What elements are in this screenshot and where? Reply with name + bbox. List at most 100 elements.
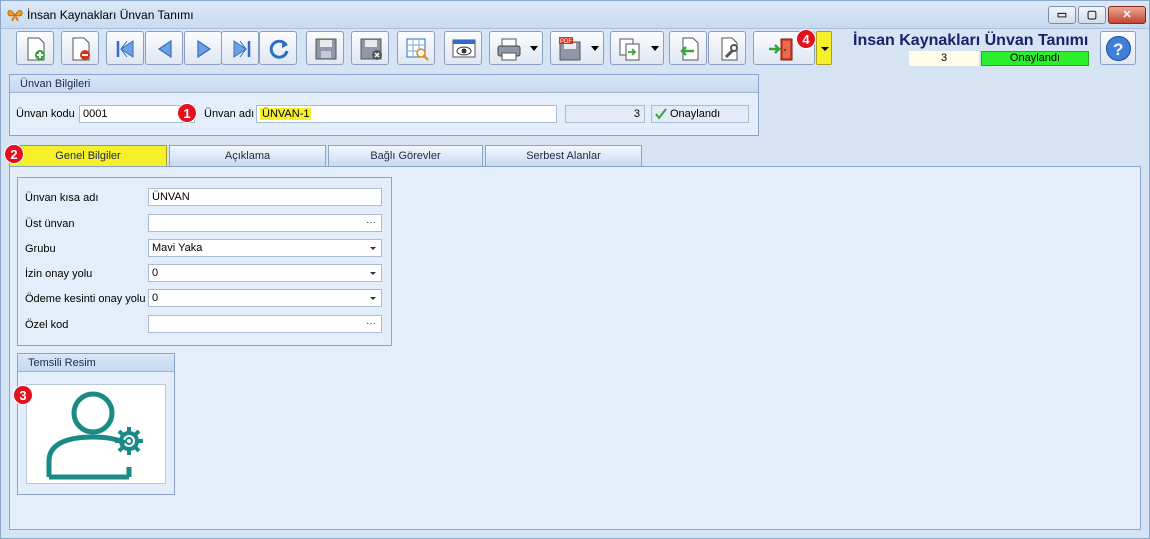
pdf-export-icon: PDF [559, 37, 581, 61]
minimize-button[interactable]: ▭ [1048, 6, 1076, 24]
tab-serbest-alanlar[interactable]: Serbest Alanlar [485, 145, 642, 166]
unvan-adi-value: ÜNVAN-1 [260, 108, 312, 120]
last-record-button[interactable] [221, 31, 259, 65]
header-record-count: 3 [909, 51, 979, 66]
maximize-button[interactable]: ▢ [1078, 6, 1106, 24]
group-heading: Ünvan Bilgileri [10, 75, 758, 93]
field-value: Mavi Yaka [152, 242, 203, 254]
unvan-adi-label: Ünvan adı [204, 108, 255, 120]
delete-document-icon [72, 37, 90, 61]
unvan-count-value: 3 [633, 108, 640, 120]
unvan-kodu-label: Ünvan kodu [16, 108, 75, 120]
ozel-kod-lookup[interactable]: ··· [148, 315, 382, 333]
butterfly-app-icon [7, 10, 23, 21]
previous-record-icon [157, 39, 172, 59]
chevron-down-icon [530, 46, 538, 51]
minimize-icon: ▭ [1056, 9, 1068, 21]
tab-aciklama[interactable]: Açıklama [169, 145, 326, 166]
tab-label: Genel Bilgiler [55, 150, 121, 162]
last-record-icon [233, 40, 251, 58]
help-button[interactable]: ? [1100, 31, 1136, 65]
table-search-icon [406, 38, 429, 61]
field-value: ÜNVAN [152, 191, 190, 203]
status-badge: Onaylandı [981, 51, 1089, 66]
save-button[interactable] [306, 31, 344, 65]
ellipsis-icon[interactable]: ··· [366, 215, 376, 231]
main-window: İnsan Kaynakları Ünvan Tanımı ▭ ▢ ✕ PDF … [0, 0, 1150, 539]
toolbar: PDF 4 İnsan Kaynakları Ünvan Tanımı 3 On… [1, 29, 1149, 69]
field-label: İzin onay yolu [25, 268, 93, 280]
close-icon: ✕ [1122, 9, 1132, 21]
refresh-button[interactable] [259, 31, 297, 65]
izin-onay-yolu-select[interactable]: 0 [148, 264, 382, 282]
step-badge-2: 2 [4, 144, 24, 164]
user-settings-icon [46, 391, 143, 480]
step-badge-3: 3 [13, 385, 33, 405]
window-title: İnsan Kaynakları Ünvan Tanımı [27, 8, 194, 22]
import-button[interactable] [669, 31, 707, 65]
close-button[interactable]: ✕ [1108, 6, 1146, 24]
copy-document-button[interactable] [610, 31, 664, 65]
field-label: Ünvan kısa adı [25, 192, 99, 204]
refresh-icon [269, 39, 289, 59]
chevron-down-icon[interactable] [370, 297, 376, 300]
previous-record-button[interactable] [145, 31, 183, 65]
tab-label: Açıklama [224, 150, 271, 162]
chevron-down-icon [651, 46, 659, 51]
header-title: İnsan Kaynakları Ünvan Tanımı [853, 32, 1089, 49]
chevron-down-icon [591, 46, 599, 51]
next-record-button[interactable] [184, 31, 222, 65]
step-badge-1: 1 [177, 103, 197, 123]
ust-unvan-lookup[interactable]: ··· [148, 214, 382, 232]
svg-text:?: ? [1113, 40, 1123, 59]
save-icon [315, 38, 337, 60]
ellipsis-icon[interactable]: ··· [366, 316, 376, 332]
representative-image[interactable] [26, 384, 166, 484]
unvan-kisa-adi-input[interactable]: ÜNVAN [148, 188, 382, 206]
unvan-adi-input[interactable]: ÜNVAN-1 [256, 105, 557, 123]
preview-icon [452, 39, 476, 58]
table-search-button[interactable] [397, 31, 435, 65]
print-icon [497, 38, 521, 61]
pdf-export-button[interactable]: PDF [550, 31, 604, 65]
field-value: 0 [152, 292, 159, 304]
tools-button[interactable] [708, 31, 746, 65]
chevron-down-icon [821, 47, 829, 51]
maximize-icon: ▢ [1086, 9, 1098, 21]
chevron-down-icon[interactable] [370, 247, 376, 250]
field-label: Ödeme kesinti onay yolu [25, 293, 146, 305]
approved-label: Onaylandı [670, 108, 721, 120]
step-badge-4: 4 [796, 29, 816, 49]
next-record-icon [197, 39, 212, 59]
approved-checkbox[interactable]: Onaylandı [651, 105, 749, 123]
cancel-save-button[interactable] [351, 31, 389, 65]
delete-record-button[interactable] [61, 31, 99, 65]
field-label: Grubu [25, 243, 56, 255]
grubu-select[interactable]: Mavi Yaka [148, 239, 382, 257]
cancel-save-icon [360, 38, 382, 60]
tools-icon [721, 37, 738, 61]
help-icon: ? [1106, 36, 1131, 61]
exit-options-dropdown[interactable] [816, 31, 832, 65]
checkmark-icon [655, 108, 667, 120]
unvan-count-field: 3 [565, 105, 645, 123]
print-button[interactable] [489, 31, 543, 65]
exit-icon [769, 38, 793, 61]
field-value: 0 [152, 267, 159, 279]
first-record-button[interactable] [106, 31, 144, 65]
chevron-down-icon[interactable] [370, 272, 376, 275]
new-document-icon [27, 37, 45, 61]
first-record-icon [116, 40, 134, 58]
field-label: Üst ünvan [25, 218, 75, 230]
tab-bagli-gorevler[interactable]: Bağlı Görevler [328, 145, 483, 166]
import-icon [680, 37, 699, 61]
group-heading: Temsili Resim [18, 354, 174, 372]
new-record-button[interactable] [16, 31, 54, 65]
odeme-kesinti-onay-yolu-select[interactable]: 0 [148, 289, 382, 307]
unvan-kodu-value: 0001 [83, 108, 108, 120]
preview-button[interactable] [444, 31, 482, 65]
tab-label: Bağlı Görevler [370, 150, 441, 162]
svg-text:PDF: PDF [560, 39, 572, 45]
tab-genel-bilgiler[interactable]: Genel Bilgiler [9, 145, 167, 167]
field-label: Özel kod [25, 319, 69, 331]
